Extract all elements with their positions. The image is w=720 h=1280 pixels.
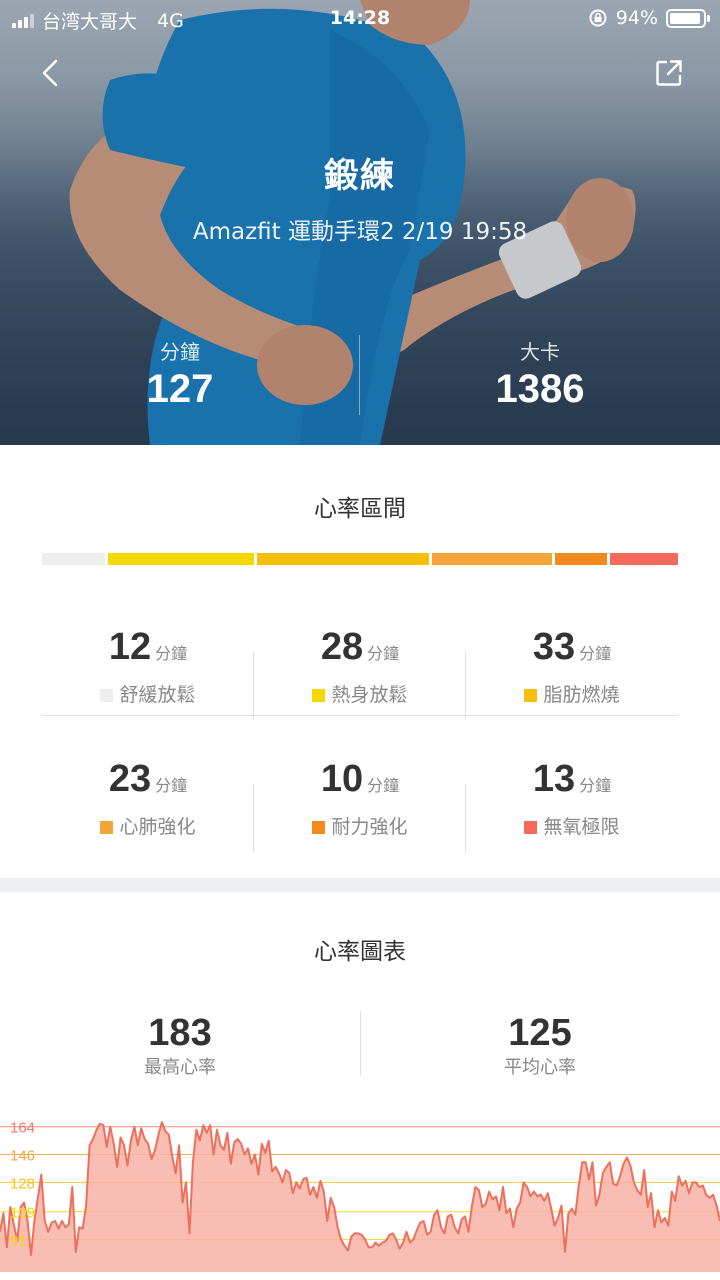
zone-row-divider bbox=[42, 715, 678, 716]
workout-hero-banner: 台湾大哥大 4G 14:28 94% 鍛練 Amazfit 運動手環2 2/19… bbox=[0, 0, 720, 445]
zone-item: 33 分鐘 脂肪燃燒 bbox=[466, 608, 678, 740]
zone-divider bbox=[253, 784, 254, 852]
battery-icon bbox=[666, 8, 710, 28]
back-arrow-icon[interactable] bbox=[34, 55, 70, 91]
zone-name: 耐力強化 bbox=[331, 816, 408, 838]
threshold-label: 164 bbox=[10, 1120, 35, 1137]
avg-heart-rate-value: 125 bbox=[508, 1012, 572, 1054]
zone-name: 舒緩放鬆 bbox=[119, 684, 196, 706]
zone-minutes: 12 bbox=[108, 626, 152, 668]
zone-color-swatch bbox=[524, 689, 538, 702]
zone-grid: 12 分鐘 舒緩放鬆 28 分鐘 熱身放鬆 33 分鐘 脂肪燃燒 bbox=[42, 608, 678, 740]
heart-rate-zones-card: 心率區間 12 分鐘 舒緩放鬆 28 分鐘 熱身放鬆 33 分鐘 脂肪燃燒 23 分鐘 bbox=[0, 445, 720, 878]
max-heart-rate-stat: 183 最高心率 bbox=[0, 1012, 360, 1079]
zone-bar-segment bbox=[610, 553, 679, 565]
zone-minutes: 10 bbox=[320, 758, 364, 800]
avg-heart-rate-stat: 125 平均心率 bbox=[360, 1012, 720, 1079]
zone-row: 23 分鐘 心肺強化 10 分鐘 耐力強化 13 分鐘 無氧極限 bbox=[42, 740, 678, 872]
zone-grid: 23 分鐘 心肺強化 10 分鐘 耐力強化 13 分鐘 無氧極限 bbox=[42, 740, 678, 872]
zone-name: 無氧極限 bbox=[543, 816, 620, 838]
zone-bar-segment bbox=[431, 553, 552, 565]
duration-value: 127 bbox=[146, 367, 214, 411]
zone-unit: 分鐘 bbox=[579, 644, 612, 663]
duration-label: 分鐘 bbox=[160, 340, 200, 364]
zone-item: 10 分鐘 耐力強化 bbox=[254, 740, 466, 872]
zone-bar-segment bbox=[107, 553, 254, 565]
zone-unit: 分鐘 bbox=[367, 644, 400, 663]
zone-item: 23 分鐘 心肺強化 bbox=[42, 740, 254, 872]
zone-color-swatch bbox=[312, 689, 326, 702]
zone-minutes: 13 bbox=[532, 758, 576, 800]
zone-bar-segment bbox=[256, 553, 429, 565]
zone-name: 脂肪燃燒 bbox=[543, 684, 620, 706]
status-bar: 台湾大哥大 4G 14:28 94% bbox=[0, 0, 720, 38]
zone-color-swatch bbox=[100, 689, 114, 702]
share-icon[interactable] bbox=[654, 58, 684, 88]
heart-rate-chart-card: 心率圖表 183 最高心率 125 平均心率 164 146 128 109 91 bbox=[0, 892, 720, 1280]
zone-minutes: 28 bbox=[320, 626, 364, 668]
threshold-label: 128 bbox=[10, 1175, 35, 1192]
zone-bar-segment bbox=[42, 553, 105, 565]
calories-value: 1386 bbox=[495, 367, 585, 411]
zone-bar-segment bbox=[554, 553, 608, 565]
rotation-lock-icon bbox=[589, 9, 607, 27]
heart-rate-area-chart[interactable]: 164 146 128 109 91 bbox=[0, 1102, 720, 1272]
zone-divider bbox=[465, 784, 466, 852]
zone-divider bbox=[253, 652, 254, 720]
calories-stat: 大卡 1386 bbox=[360, 336, 720, 412]
max-heart-rate-value: 183 bbox=[148, 1012, 212, 1054]
zone-row: 12 分鐘 舒緩放鬆 28 分鐘 熱身放鬆 33 分鐘 脂肪燃燒 bbox=[42, 608, 678, 740]
workout-title: 鍛練 bbox=[324, 156, 396, 196]
zone-unit: 分鐘 bbox=[367, 776, 400, 795]
chart-title: 心率圖表 bbox=[314, 939, 406, 965]
zone-minutes: 33 bbox=[532, 626, 576, 668]
zone-unit: 分鐘 bbox=[579, 776, 612, 795]
zone-name: 熱身放鬆 bbox=[331, 684, 408, 706]
battery-percent: 94% bbox=[615, 7, 658, 29]
zone-item: 12 分鐘 舒緩放鬆 bbox=[42, 608, 254, 740]
avg-heart-rate-label: 平均心率 bbox=[504, 1057, 576, 1078]
workout-subtitle: Amazfit 運動手環2 2/19 19:58 bbox=[192, 219, 528, 245]
zone-minutes: 23 bbox=[108, 758, 152, 800]
zone-color-swatch bbox=[524, 821, 538, 834]
zone-unit: 分鐘 bbox=[155, 776, 188, 795]
duration-stat: 分鐘 127 bbox=[0, 336, 360, 412]
zone-name: 心肺強化 bbox=[119, 816, 196, 838]
zone-unit: 分鐘 bbox=[155, 644, 188, 663]
threshold-label: 91 bbox=[10, 1233, 27, 1250]
calories-label: 大卡 bbox=[520, 340, 560, 364]
zones-title: 心率區間 bbox=[314, 496, 406, 522]
zone-distribution-bar bbox=[42, 553, 679, 565]
zone-color-swatch bbox=[100, 821, 114, 834]
zone-color-swatch bbox=[312, 821, 326, 834]
max-heart-rate-label: 最高心率 bbox=[144, 1057, 216, 1078]
zone-item: 28 分鐘 熱身放鬆 bbox=[254, 608, 466, 740]
threshold-label: 146 bbox=[10, 1148, 35, 1165]
zone-divider bbox=[465, 652, 466, 720]
zone-item: 13 分鐘 無氧極限 bbox=[466, 740, 678, 872]
threshold-label: 109 bbox=[10, 1205, 35, 1222]
